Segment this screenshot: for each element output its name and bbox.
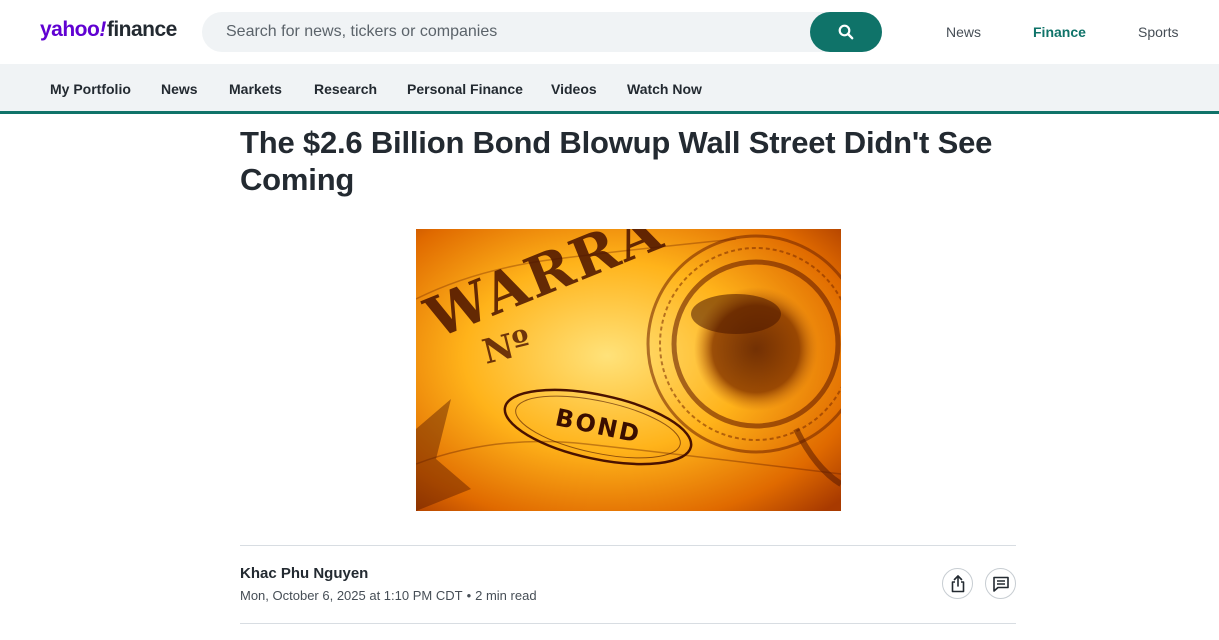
top-header: yahoo!finance News Finance Sports [0,0,1219,64]
article-meta: Mon, October 6, 2025 at 1:10 PM CDT • 2 … [240,588,537,603]
byline-bottom-divider [240,623,1016,624]
meta-separator: • [466,588,472,603]
logo-yahoo-text: yahoo [40,18,100,41]
search-button[interactable] [810,12,882,52]
nav-item-markets[interactable]: Markets [229,81,282,97]
nav-item-my-portfolio[interactable]: My Portfolio [50,81,131,97]
comment-icon [992,576,1009,592]
article-hero-image: WARRA Nº BOND [416,229,841,511]
share-button[interactable] [942,568,973,599]
finance-nav-bar: My Portfolio News Markets Research Perso… [0,64,1219,114]
nav-item-research[interactable]: Research [314,81,377,97]
logo-bang-text: ! [99,18,106,41]
search-icon [838,24,854,40]
search-bar [202,12,882,52]
top-link-news[interactable]: News [946,24,981,40]
byline-top-divider [240,545,1016,546]
article-read-time: 2 min read [475,588,537,603]
top-link-sports[interactable]: Sports [1138,24,1178,40]
bond-certificate-image: WARRA Nº BOND [416,229,841,511]
yahoo-finance-logo[interactable]: yahoo! finance [40,18,177,46]
nav-item-videos[interactable]: Videos [551,81,597,97]
logo-finance-text: finance [106,18,178,41]
article-headline: The $2.6 Billion Bond Blowup Wall Street… [240,125,993,197]
nav-item-watch-now[interactable]: Watch Now [627,81,702,97]
article-date: Mon, October 6, 2025 at 1:10 PM CDT [240,588,463,603]
top-link-finance[interactable]: Finance [1033,24,1086,40]
nav-item-personal-finance[interactable]: Personal Finance [407,81,523,97]
share-icon [951,574,964,592]
search-input[interactable] [202,12,810,52]
nav-item-news[interactable]: News [161,81,198,97]
comments-button[interactable] [985,568,1016,599]
article-author[interactable]: Khac Phu Nguyen [240,565,368,582]
